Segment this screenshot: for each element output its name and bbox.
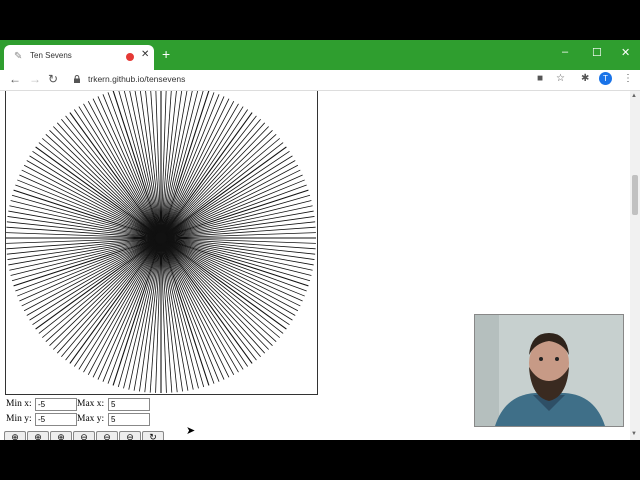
tab-ten-sevens[interactable]: ✎ Ten Sevens ✕ xyxy=(4,45,154,70)
scroll-down-icon[interactable]: ▼ xyxy=(631,431,637,437)
min-x-input[interactable]: -5 xyxy=(35,398,77,411)
radial-line xyxy=(13,189,162,239)
zoom-out-x-button[interactable]: ⊖ xyxy=(96,431,118,440)
radial-line xyxy=(160,237,210,386)
profile-avatar[interactable]: T xyxy=(599,72,612,85)
tab-title: Ten Sevens xyxy=(30,51,72,60)
new-tab-button[interactable]: + xyxy=(162,46,170,62)
min-y-label: Min y: xyxy=(6,414,32,424)
recording-icon xyxy=(126,53,134,61)
tab-close-icon[interactable]: ✕ xyxy=(141,49,149,60)
zoom-out-button[interactable]: ⊖ xyxy=(73,431,95,440)
radial-line xyxy=(160,189,309,239)
camera-icon[interactable]: ■ xyxy=(537,73,543,84)
radial-line xyxy=(13,237,162,287)
close-window-button[interactable]: ✕ xyxy=(621,46,630,59)
plot-canvas[interactable] xyxy=(5,91,318,395)
reload-icon[interactable]: ↻ xyxy=(48,72,58,86)
max-x-input[interactable]: 5 xyxy=(108,398,150,411)
zoom-out-y-button[interactable]: ⊖ xyxy=(119,431,141,440)
url-field[interactable]: trkern.github.io/tensevens xyxy=(88,74,185,84)
forward-icon[interactable]: → xyxy=(29,72,41,86)
center-hub xyxy=(155,232,167,244)
min-x-label: Min x: xyxy=(6,399,32,409)
star-icon[interactable]: ☆ xyxy=(556,73,565,84)
zoom-in-x-button[interactable]: ⊕ xyxy=(27,431,49,440)
vertical-scrollbar[interactable]: ▲ ▼ xyxy=(630,91,640,440)
menu-icon[interactable]: ⋮ xyxy=(623,73,633,84)
webcam-overlay xyxy=(474,314,624,427)
maximize-button[interactable]: ☐ xyxy=(592,46,602,59)
mouse-cursor-icon: ➤ xyxy=(186,425,196,437)
favicon-icon: ✎ xyxy=(14,51,23,62)
presenter-video xyxy=(475,315,623,426)
back-icon[interactable]: ← xyxy=(9,72,21,86)
zoom-in-button[interactable]: ⊕ xyxy=(4,431,26,440)
radial-lines-plot xyxy=(6,91,316,393)
max-y-label: Max y: xyxy=(77,414,105,424)
tab-strip: ✎ Ten Sevens ✕ + – ☐ ✕ xyxy=(0,40,640,70)
radial-line xyxy=(160,237,309,287)
min-y-input[interactable]: -5 xyxy=(35,413,77,426)
max-x-label: Max x: xyxy=(77,399,105,409)
max-y-input[interactable]: 5 xyxy=(108,413,150,426)
extensions-icon[interactable]: ✱ xyxy=(581,73,589,84)
zoom-in-y-button[interactable]: ⊕ xyxy=(50,431,72,440)
scroll-up-icon[interactable]: ▲ xyxy=(631,93,637,99)
lock-icon xyxy=(74,75,80,83)
radial-line xyxy=(112,237,162,386)
scroll-thumb[interactable] xyxy=(632,175,638,215)
minimize-button[interactable]: – xyxy=(562,46,568,58)
address-bar: ← → ↻ trkern.github.io/tensevens ■ ☆ ✱ T… xyxy=(0,70,640,91)
reset-view-button[interactable]: ↻ xyxy=(142,431,164,440)
